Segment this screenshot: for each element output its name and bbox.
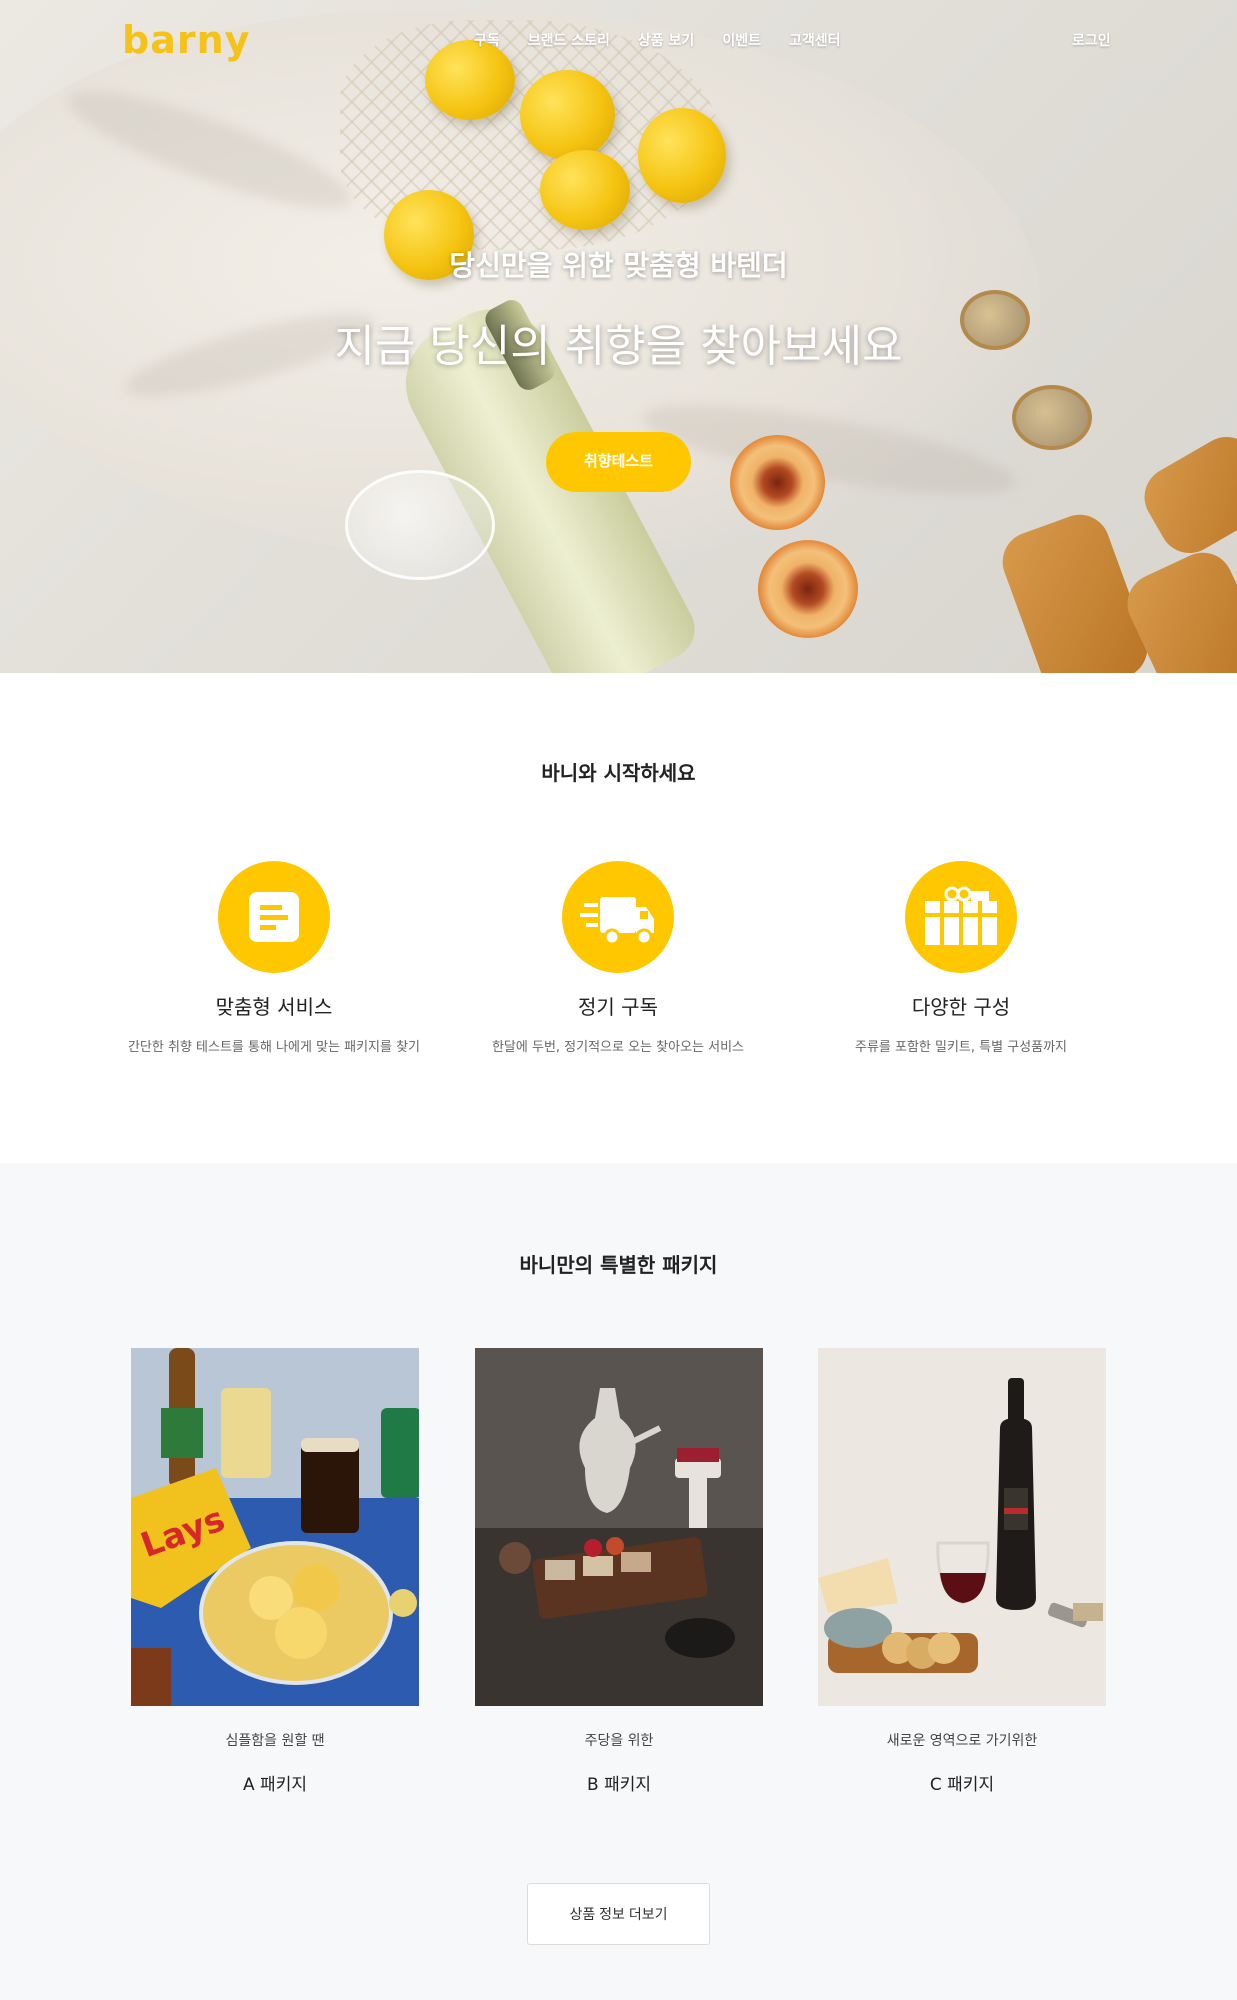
package-card-b[interactable]: 주당을 위한 B 패키지 xyxy=(475,1348,763,1795)
hero-subtitle: 당신만을 위한 맞춤형 바텐더 xyxy=(449,249,788,282)
nav-item-support[interactable]: 고객센터 xyxy=(775,30,855,50)
sandal-image xyxy=(1133,426,1237,564)
feature-desc: 한달에 두번, 정기적으로 오는 찾아오는 서비스 xyxy=(491,1040,745,1055)
lemon-image xyxy=(540,150,630,230)
peach-image xyxy=(730,435,825,530)
section-title: 바니만의 특별한 패키지 xyxy=(519,1253,718,1277)
package-name: A 패키지 xyxy=(243,1775,307,1795)
more-products-button[interactable]: 상품 정보 더보기 xyxy=(527,1883,710,1945)
package-a-image: Lays xyxy=(131,1348,419,1706)
brand-logo[interactable]: barny xyxy=(122,18,250,62)
packages-section: 바니만의 특별한 패키지 Lays 심플함을 원할 땐 A 패키지 주당을 위한… xyxy=(0,1163,1237,2000)
top-nav: barny 구독 브랜드 스토리 상품 보기 이벤트 고객센터 로그인 xyxy=(0,0,1237,80)
sunglasses-image xyxy=(1012,385,1092,450)
package-b-image xyxy=(475,1348,763,1706)
package-name: C 패키지 xyxy=(929,1775,995,1795)
section-title: 바니와 시작하세요 xyxy=(541,761,696,785)
package-name: B 패키지 xyxy=(587,1775,651,1795)
package-desc: 새로운 영역으로 가기위한 xyxy=(886,1733,1038,1749)
feature-subscription: 정기 구독 한달에 두번, 정기적으로 오는 찾아오는 서비스 xyxy=(448,861,788,1055)
feature-custom-service: 맞춤형 서비스 간단한 취향 테스트를 통해 나에게 맞는 패키지를 찾기 xyxy=(104,861,444,1055)
nav-item-subscribe[interactable]: 구독 xyxy=(460,30,514,50)
feature-name: 다양한 구성 xyxy=(911,995,1011,1019)
hero-banner: barny 구독 브랜드 스토리 상품 보기 이벤트 고객센터 로그인 당신만을… xyxy=(0,0,1237,673)
nav-item-events[interactable]: 이벤트 xyxy=(708,30,775,50)
truck-icon xyxy=(562,861,674,973)
lemon-image xyxy=(520,70,615,160)
gift-icon xyxy=(905,861,1017,973)
nav-item-products[interactable]: 상품 보기 xyxy=(624,30,708,50)
feature-desc: 주류를 포함한 밀키트, 특별 구성품까지 xyxy=(854,1040,1068,1055)
login-link[interactable]: 로그인 xyxy=(1072,30,1111,50)
feature-name: 맞춤형 서비스 xyxy=(215,995,333,1019)
document-icon xyxy=(218,861,330,973)
peach-image xyxy=(758,540,858,638)
package-desc: 심플함을 원할 땐 xyxy=(225,1733,325,1749)
wine-glass-image xyxy=(345,470,495,580)
nav-item-brand-story[interactable]: 브랜드 스토리 xyxy=(514,30,624,50)
lemon-image xyxy=(638,108,726,203)
package-card-a[interactable]: Lays 심플함을 원할 땐 A 패키지 xyxy=(131,1348,419,1795)
package-c-image xyxy=(818,1348,1106,1706)
feature-name: 정기 구독 xyxy=(578,995,658,1019)
feature-variety: 다양한 구성 주류를 포함한 밀키트, 특별 구성품까지 xyxy=(791,861,1131,1055)
package-card-c[interactable]: 새로운 영역으로 가기위한 C 패키지 xyxy=(818,1348,1106,1795)
taste-test-button[interactable]: 취향테스트 xyxy=(546,432,691,492)
main-menu: 구독 브랜드 스토리 상품 보기 이벤트 고객센터 xyxy=(460,30,855,50)
start-section: 바니와 시작하세요 맞춤형 서비스 간단한 취향 테스트를 통해 나에게 맞는 … xyxy=(0,673,1237,1163)
package-desc: 주당을 위한 xyxy=(584,1733,654,1749)
feature-desc: 간단한 취향 테스트를 통해 나에게 맞는 패키지를 찾기 xyxy=(127,1040,421,1055)
hero-title: 지금 당신의 취향을 찾아보세요 xyxy=(334,321,903,372)
